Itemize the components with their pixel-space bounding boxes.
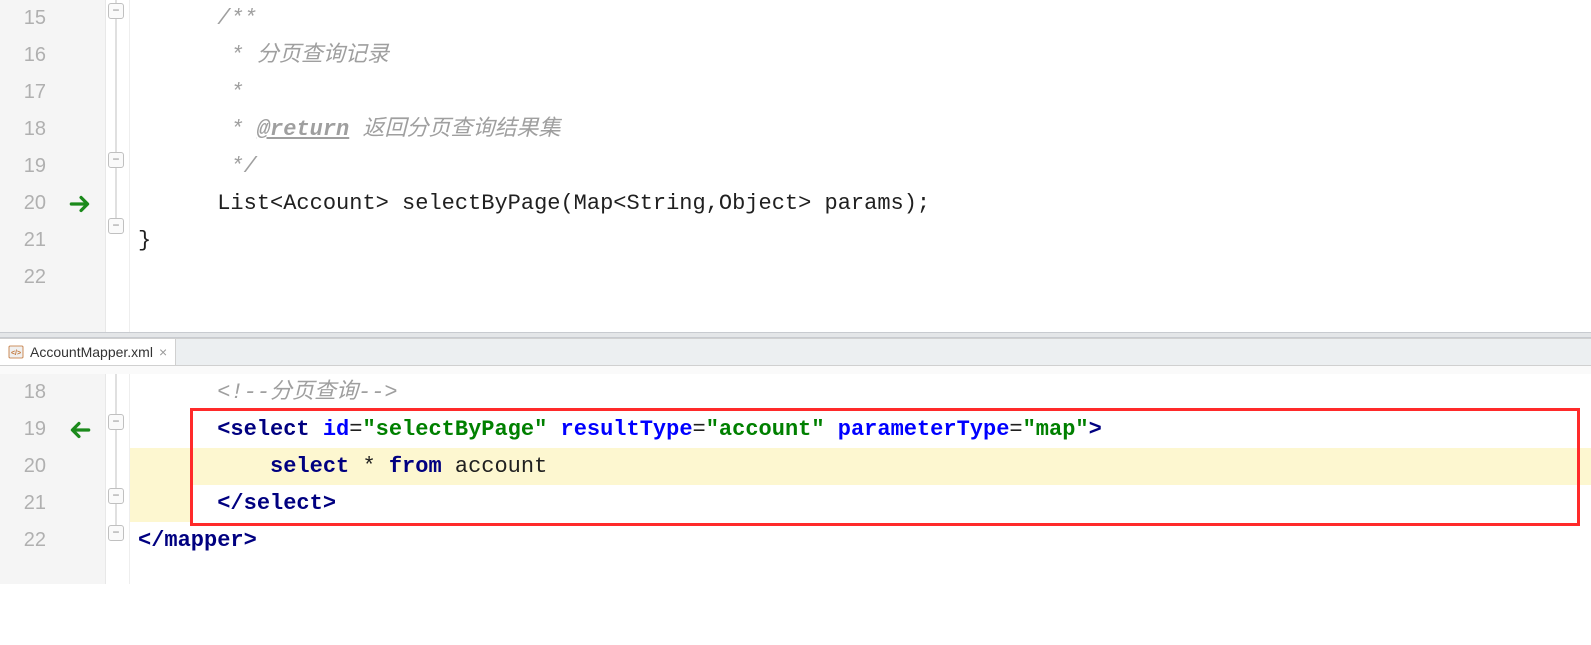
editor-tab[interactable]: </> AccountMapper.xml × bbox=[0, 339, 176, 365]
code-line[interactable]: <select id="selectByPage" resultType="ac… bbox=[130, 411, 1591, 448]
line-number: 15 bbox=[0, 0, 56, 37]
code-line[interactable]: List<Account> selectByPage(Map<String,Ob… bbox=[130, 185, 1591, 222]
sql-select-kw: select bbox=[270, 454, 349, 479]
code-line[interactable]: <!--分页查询--> bbox=[130, 374, 1591, 411]
code-line[interactable]: </mapper> bbox=[130, 522, 1591, 559]
code-line[interactable]: /** bbox=[130, 0, 1591, 37]
line-number: 21 bbox=[0, 485, 56, 522]
code-area-xml[interactable]: 18 19 20 21 22 − − − <!--分页查询--> <select… bbox=[0, 374, 1591, 584]
attr-resulttype: resultType bbox=[561, 417, 693, 442]
val-parametertype: "map" bbox=[1023, 417, 1089, 442]
gutter-xml: 18 19 20 21 22 bbox=[0, 374, 56, 584]
attr-parametertype: parameterType bbox=[838, 417, 1010, 442]
line-number: 22 bbox=[0, 259, 56, 296]
bottom-editor-pane: 18 19 20 21 22 − − − <!--分页查询--> <select… bbox=[0, 366, 1591, 584]
marker-column-xml bbox=[56, 374, 106, 584]
line-number: 19 bbox=[0, 148, 56, 185]
code-content-xml[interactable]: <!--分页查询--> <select id="selectByPage" re… bbox=[130, 374, 1591, 584]
line-number: 21 bbox=[0, 222, 56, 259]
fold-toggle-icon[interactable]: − bbox=[108, 525, 124, 541]
faded-top-strip bbox=[0, 366, 1591, 374]
fold-toggle-icon[interactable]: − bbox=[108, 488, 124, 504]
editor-tab-bar: </> AccountMapper.xml × bbox=[0, 338, 1591, 366]
javadoc-return-tag: @return bbox=[257, 117, 349, 142]
select-tag-open: select bbox=[230, 417, 309, 442]
line-number: 22 bbox=[0, 522, 56, 559]
code-content-java[interactable]: /** * 分页查询记录 * * @return 返回分页查询结果集 */ Li… bbox=[130, 0, 1591, 332]
marker-column-java bbox=[56, 0, 106, 332]
javadoc-close: */ bbox=[217, 154, 257, 179]
code-line[interactable]: * @return 返回分页查询结果集 bbox=[130, 111, 1591, 148]
select-tag-close: select bbox=[244, 491, 323, 516]
line-number: 19 bbox=[0, 411, 56, 448]
xml-comment: <!--分页查询--> bbox=[217, 380, 397, 405]
brace-close: } bbox=[138, 228, 151, 253]
code-line[interactable]: </select> bbox=[130, 485, 1591, 522]
sql-from-kw: from bbox=[389, 454, 442, 479]
attr-id: id bbox=[323, 417, 349, 442]
line-number: 18 bbox=[0, 374, 56, 411]
line-number: 17 bbox=[0, 74, 56, 111]
mapper-tag-close: mapper bbox=[164, 528, 243, 553]
fold-toggle-icon[interactable]: − bbox=[108, 3, 124, 19]
val-resulttype: "account" bbox=[706, 417, 825, 442]
code-line[interactable]: } bbox=[130, 222, 1591, 259]
line-number: 20 bbox=[0, 185, 56, 222]
nav-arrow-left-icon[interactable] bbox=[64, 411, 96, 448]
code-line[interactable]: select * from account bbox=[130, 448, 1591, 485]
fold-toggle-icon[interactable]: − bbox=[108, 152, 124, 168]
code-line[interactable]: */ bbox=[130, 148, 1591, 185]
line-number: 18 bbox=[0, 111, 56, 148]
javadoc-text: * bbox=[217, 80, 243, 105]
svg-text:</>: </> bbox=[11, 350, 21, 357]
nav-arrow-right-icon[interactable] bbox=[64, 185, 96, 222]
val-id: "selectByPage" bbox=[362, 417, 547, 442]
method-signature: List<Account> selectByPage(Map<String,Ob… bbox=[217, 191, 930, 216]
code-line[interactable] bbox=[130, 259, 1591, 296]
code-area-java[interactable]: 15 16 17 18 19 20 21 22 − − − /** * 分页查询… bbox=[0, 0, 1591, 332]
line-number: 20 bbox=[0, 448, 56, 485]
line-number: 16 bbox=[0, 37, 56, 74]
tab-filename: AccountMapper.xml bbox=[30, 344, 153, 360]
code-line[interactable]: * bbox=[130, 74, 1591, 111]
tab-close-icon[interactable]: × bbox=[159, 344, 167, 360]
top-editor-pane: 15 16 17 18 19 20 21 22 − − − /** * 分页查询… bbox=[0, 0, 1591, 332]
javadoc-text: * 分页查询记录 bbox=[217, 43, 389, 68]
fold-toggle-icon[interactable]: − bbox=[108, 414, 124, 430]
code-line[interactable]: * 分页查询记录 bbox=[130, 37, 1591, 74]
fold-column-xml: − − − bbox=[106, 374, 130, 584]
sql-table: account bbox=[442, 454, 548, 479]
xml-file-icon: </> bbox=[8, 344, 24, 360]
fold-toggle-icon[interactable]: − bbox=[108, 218, 124, 234]
fold-column-java: − − − bbox=[106, 0, 130, 332]
javadoc-open: /** bbox=[217, 6, 257, 31]
javadoc-return-text: 返回分页查询结果集 bbox=[349, 117, 560, 142]
gutter-java: 15 16 17 18 19 20 21 22 bbox=[0, 0, 56, 332]
